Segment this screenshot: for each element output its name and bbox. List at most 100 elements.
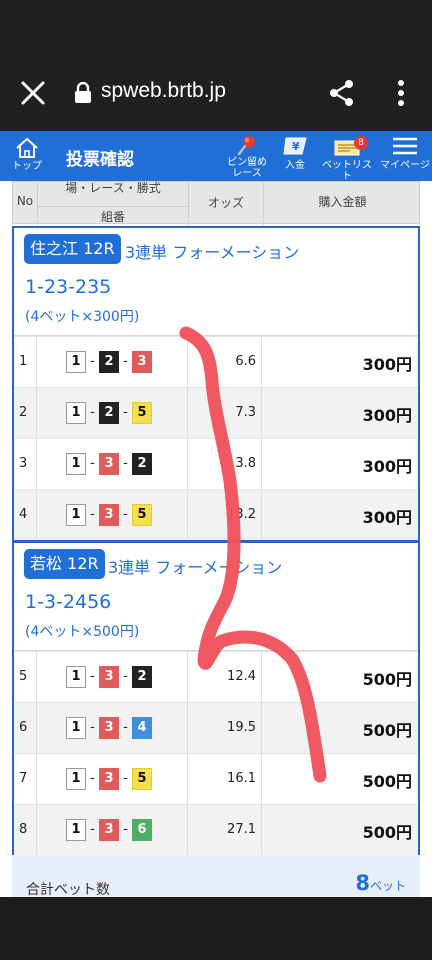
address-bar: spweb.brtb.jp <box>0 66 432 118</box>
pick-separator: - <box>90 669 95 684</box>
boat-number-box: 2 <box>132 666 152 688</box>
svg-text:¥: ¥ <box>292 140 300 153</box>
column-odds: オッズ <box>207 196 244 210</box>
divider <box>36 652 37 702</box>
boat-number-box: 3 <box>99 504 119 526</box>
pick-combination: 1-3-4 <box>66 717 152 739</box>
divider <box>187 439 188 489</box>
divider <box>36 703 37 753</box>
divider <box>261 388 262 438</box>
divider <box>36 754 37 804</box>
mypage-button[interactable]: マイページ <box>380 135 430 171</box>
divider <box>261 805 262 855</box>
pick-combination: 1-3-5 <box>66 504 152 526</box>
boat-number-box: 1 <box>66 768 86 790</box>
total-count: 8 <box>355 871 370 895</box>
pick-separator: - <box>90 822 95 837</box>
amount-value: 500円 <box>362 670 412 689</box>
divider <box>261 703 262 753</box>
row-number: 8 <box>19 822 28 837</box>
divider <box>187 490 188 540</box>
boat-number-box: 2 <box>132 453 152 475</box>
table-row: 6 1-3-4 19.5 500円 <box>14 702 418 753</box>
bet-group-header: 若松 12R 3連単 フォーメーション 1-3-2456 (4ベット×500円) <box>14 543 418 651</box>
total-value: 8ベット <box>355 871 406 895</box>
bet-group-header: 住之江 12R 3連単 フォーメーション 1-23-235 (4ベット×300円… <box>14 228 418 336</box>
amount-value: 500円 <box>362 721 412 740</box>
app-header: トップ 投票確認 ピン留め レース ¥ 入金 8 ベットリスト マイページ <box>0 131 432 182</box>
bet-rows: 1 1-2-3 6.6 300円 2 1-2-5 7.3 300円 3 1-3-2 3.8 300円 4… <box>14 336 418 540</box>
amount-value: 500円 <box>362 823 412 842</box>
boat-number-box: 3 <box>132 351 152 373</box>
combo-text: 1-3-2456 <box>25 591 112 613</box>
bet-type: 3連単 フォーメーション <box>125 243 300 262</box>
odds-value: 16.1 <box>227 771 256 786</box>
pick-combination: 1-3-6 <box>66 819 152 841</box>
bet-group-2: 若松 12R 3連単 フォーメーション 1-3-2456 (4ベット×500円)… <box>12 541 420 857</box>
divider <box>261 337 262 387</box>
boat-number-box: 2 <box>99 402 119 424</box>
pick-combination: 1-3-2 <box>66 453 152 475</box>
boat-number-box: 1 <box>66 351 86 373</box>
row-number: 2 <box>19 405 28 420</box>
venue-badge: 住之江 12R <box>24 234 121 264</box>
divider <box>36 805 37 855</box>
pick-separator: - <box>123 669 128 684</box>
amount-value: 300円 <box>362 406 412 425</box>
hamburger-menu-icon <box>393 137 417 155</box>
pick-separator: - <box>123 456 128 471</box>
pin-icon <box>237 136 255 156</box>
divider <box>261 754 262 804</box>
boat-number-box: 5 <box>132 768 152 790</box>
deposit-label: 入金 <box>285 160 305 171</box>
pick-separator: - <box>123 771 128 786</box>
pick-combination: 1-2-5 <box>66 402 152 424</box>
row-number: 7 <box>19 771 28 786</box>
divider <box>187 754 188 804</box>
amount-value: 500円 <box>362 772 412 791</box>
bet-rows: 5 1-3-2 12.4 500円 6 1-3-4 19.5 500円 7 1-3-5 16.1 50… <box>14 651 418 855</box>
bet-confirmation-content[interactable]: No 場・レース・勝式 組番 オッズ 購入金額 住之江 12R 3連単 フォーメ… <box>0 181 432 897</box>
divider <box>36 337 37 387</box>
table-row: 3 1-3-2 3.8 300円 <box>14 438 418 489</box>
more-menu-icon[interactable] <box>396 79 406 107</box>
odds-value: 3.8 <box>235 456 256 471</box>
pick-separator: - <box>123 405 128 420</box>
boat-number-box: 1 <box>66 453 86 475</box>
pin-race-button[interactable]: ピン留め レース <box>224 135 270 179</box>
amount-value: 300円 <box>362 457 412 476</box>
combo-text: 1-23-235 <box>25 276 112 298</box>
column-no: No <box>16 194 34 208</box>
odds-value: 12.4 <box>227 669 256 684</box>
pick-separator: - <box>123 720 128 735</box>
home-button[interactable]: トップ <box>10 137 44 173</box>
close-icon[interactable] <box>20 80 46 106</box>
column-race-label: 場・レース・勝式 <box>65 181 161 195</box>
odds-value: 6.6 <box>235 354 256 369</box>
amount-value: 300円 <box>362 355 412 374</box>
divider <box>36 388 37 438</box>
divider <box>261 490 262 540</box>
odds-value: 27.1 <box>227 822 256 837</box>
divider <box>36 490 37 540</box>
divider <box>187 388 188 438</box>
column-race: 場・レース・勝式 組番 <box>37 181 189 225</box>
pin-label-2: レース <box>232 168 262 179</box>
pick-combination: 1-3-5 <box>66 768 152 790</box>
deposit-button[interactable]: ¥ 入金 <box>280 135 310 171</box>
share-icon[interactable] <box>328 79 356 107</box>
pick-separator: - <box>123 507 128 522</box>
divider <box>261 652 262 702</box>
divider <box>36 439 37 489</box>
bet-info: (4ベット×300円) <box>25 309 140 325</box>
pick-separator: - <box>90 405 95 420</box>
bet-type: 3連単 フォーメーション <box>108 558 283 577</box>
divider <box>261 439 262 489</box>
column-amount: 購入金額 <box>263 182 421 225</box>
boat-number-box: 3 <box>99 717 119 739</box>
lock-icon <box>75 82 91 103</box>
betlist-button[interactable]: 8 ベットリスト <box>320 135 374 182</box>
pick-separator: - <box>90 720 95 735</box>
url-text[interactable]: spweb.brtb.jp <box>101 79 226 103</box>
amount-value: 300円 <box>362 508 412 527</box>
